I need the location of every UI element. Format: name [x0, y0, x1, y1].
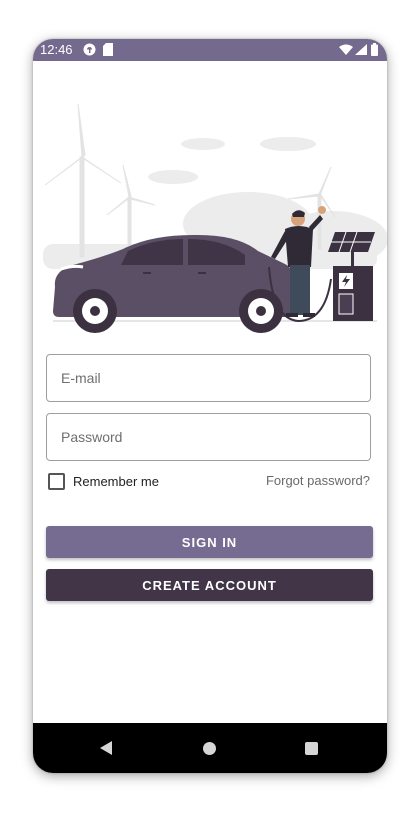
- charging-station-icon: [333, 266, 373, 321]
- ev-charging-illustration: [43, 103, 387, 333]
- phone-screen: 12:46 E-mail Remember me Forgot password…: [33, 39, 387, 773]
- signal-icon: [355, 44, 367, 55]
- status-bar: 12:46: [33, 39, 387, 61]
- remember-me-row[interactable]: Remember me: [48, 472, 159, 490]
- sign-in-button[interactable]: SIGN IN: [46, 526, 373, 558]
- forgot-password-link[interactable]: Forgot password?: [266, 473, 370, 488]
- status-time: 12:46: [40, 42, 73, 57]
- email-field[interactable]: [46, 354, 371, 402]
- battery-icon: [371, 43, 378, 56]
- remember-me-label: Remember me: [73, 473, 159, 489]
- circle-status-icon: [83, 43, 96, 56]
- wifi-icon: [339, 44, 353, 55]
- recents-icon[interactable]: [305, 742, 318, 755]
- password-field[interactable]: [46, 413, 371, 461]
- remember-me-checkbox[interactable]: [48, 472, 65, 490]
- navigation-bar: [33, 723, 387, 773]
- create-account-button[interactable]: CREATE ACCOUNT: [46, 569, 373, 601]
- sd-card-icon: [103, 43, 113, 56]
- back-icon[interactable]: [100, 741, 112, 755]
- home-icon[interactable]: [203, 742, 216, 755]
